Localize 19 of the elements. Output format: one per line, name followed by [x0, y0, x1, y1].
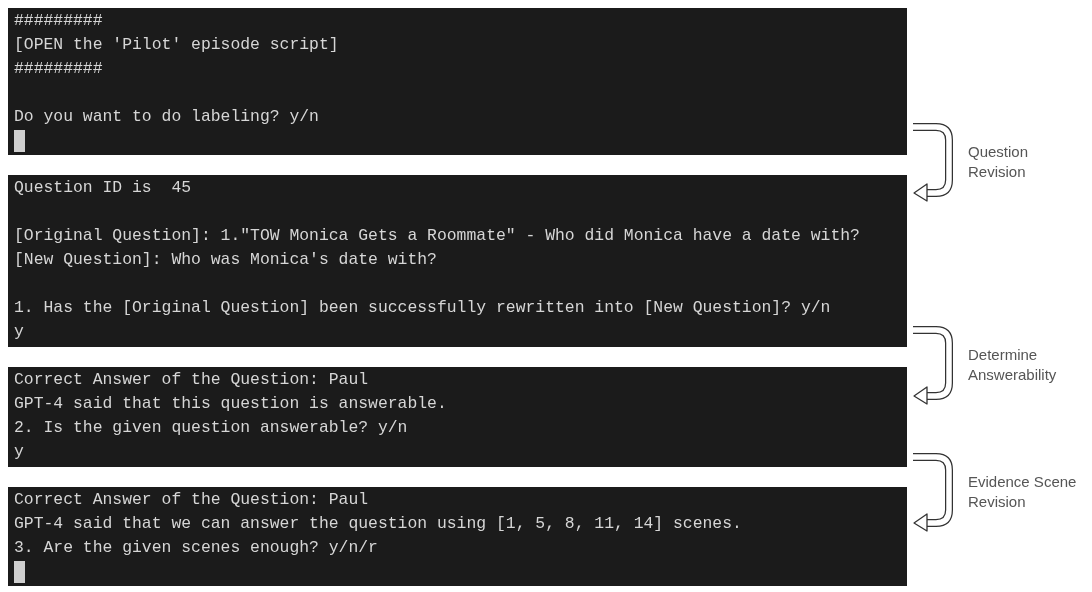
terminal-line: GPT-4 said that we can answer the question using [1, 5, 8, 11, 14] scenes. [14, 513, 743, 535]
terminal-line: ######### [14, 58, 104, 80]
terminal-line: 2. Is the given question answerable? y/n [14, 417, 409, 439]
step-label: Question Revision [968, 142, 1029, 182]
terminal-line: [OPEN the 'Pilot' episode script] [14, 34, 340, 56]
terminal-line: [Original Question]: 1."TOW Monica Gets a Roommate" - Who did Monica have a date with? [14, 225, 861, 247]
terminal-line: Correct Answer of the Question: Paul [14, 489, 370, 511]
terminal-line: Do you want to do labeling? y/n [14, 106, 320, 128]
step-label: Evidence Scene Revision [968, 472, 1077, 512]
terminal-line: GPT-4 said that this question is answerable. [14, 393, 448, 415]
terminal-line: y [14, 441, 25, 463]
terminal-line: [New Question]: Who was Monica's date with? [14, 249, 438, 271]
terminal-line: ######### [14, 10, 104, 32]
terminal-line: Question ID is 45 [14, 177, 193, 199]
terminal-line: 3. Are the given scenes enough? y/n/r [14, 537, 379, 559]
terminal-line: y [14, 321, 25, 343]
step-label: Determine Answerability [968, 345, 1057, 385]
terminal-line: Correct Answer of the Question: Paul [14, 369, 370, 391]
terminal-line: 1. Has the [Original Question] been successfully rewritten into [New Question]? y/n [14, 297, 832, 319]
